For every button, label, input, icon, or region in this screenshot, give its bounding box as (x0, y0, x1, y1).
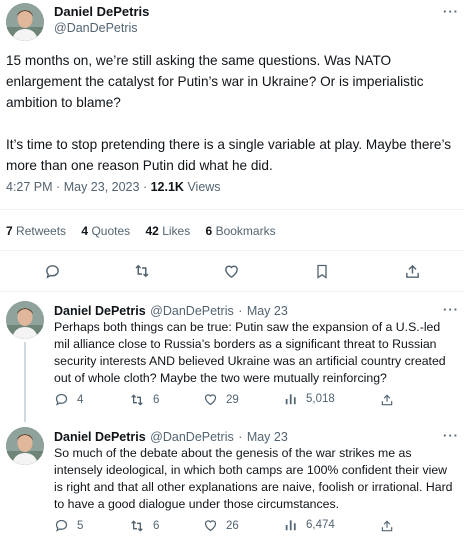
likes-count: 42 (145, 224, 159, 238)
more-icon[interactable]: ··· (443, 302, 459, 317)
retweets-stat[interactable]: 7 Retweets (6, 224, 66, 238)
likes-label: Likes (162, 224, 191, 238)
author-handle[interactable]: @DanDePetris (54, 21, 138, 35)
meta-separator: · (56, 180, 61, 194)
reply-header: Daniel DePetris @DanDePetris · May 23 (54, 302, 288, 320)
reply-date[interactable]: May 23 (247, 430, 288, 444)
tweet-paragraph-2: It’s time to stop pretending there is a … (6, 137, 452, 173)
bookmarks-stat[interactable]: 6 Bookmarks (206, 224, 276, 238)
reply-date[interactable]: May 23 (247, 304, 288, 318)
reply-icon (55, 519, 68, 532)
more-icon[interactable]: ··· (443, 428, 459, 443)
divider (0, 291, 464, 292)
reply-author-name[interactable]: Daniel DePetris (54, 430, 146, 444)
tweet-time[interactable]: 4:27 PM (6, 180, 53, 194)
reply-action-retweet[interactable]: 6 (129, 518, 159, 534)
reply-action-like[interactable]: 26 (203, 518, 239, 533)
share-icon[interactable] (402, 261, 422, 281)
bookmark-icon[interactable] (312, 261, 332, 281)
reply-action-views[interactable]: 5,018 (284, 392, 335, 406)
tweet-paragraph-1: 15 months on, we’re still asking the sam… (6, 53, 424, 110)
reply-text: So much of the debate about the genesis … (54, 446, 453, 511)
reply-author-handle[interactable]: @DanDePetris (150, 304, 234, 318)
retweets-count: 7 (6, 224, 13, 238)
retweets-label: Retweets (16, 224, 67, 238)
reply-avatar[interactable] (6, 301, 44, 339)
like-icon (204, 394, 217, 406)
quotes-label: Quotes (91, 224, 131, 238)
like-count: 26 (226, 519, 239, 532)
bookmarks-count: 6 (205, 224, 213, 238)
views-label: Views (187, 180, 221, 194)
retweet-icon[interactable] (132, 261, 152, 281)
likes-stat[interactable]: 42 Likes (145, 224, 190, 238)
views-count: 6,474 (306, 519, 335, 531)
views-count: 5,018 (306, 393, 335, 405)
reply-icon (55, 393, 68, 406)
like-count: 29 (226, 393, 239, 406)
reply-author-handle[interactable]: @DanDePetris (150, 430, 234, 444)
retweet-icon (131, 520, 143, 532)
like-icon[interactable] (221, 261, 241, 281)
reply-count: 4 (77, 393, 84, 406)
divider (0, 250, 464, 251)
share-icon[interactable] (379, 392, 395, 408)
bookmarks-label: Bookmarks (215, 224, 276, 238)
meta-separator: · (142, 180, 148, 194)
quotes-count: 4 (81, 224, 89, 238)
reply-text: Perhaps both things can be true: Putin s… (54, 320, 446, 385)
reply-icon[interactable] (42, 261, 62, 281)
views-icon (285, 520, 296, 531)
tweet-date[interactable]: May 23, 2023 (64, 180, 140, 194)
reply-avatar[interactable] (6, 427, 44, 465)
retweet-count: 6 (153, 520, 160, 532)
share-icon[interactable] (379, 518, 395, 534)
reply-author-name[interactable]: Daniel DePetris (54, 304, 146, 318)
reply-action-retweet[interactable]: 6 (129, 392, 159, 408)
views-count: 12.1K (150, 180, 184, 194)
like-icon (204, 520, 217, 532)
reply-count: 5 (77, 519, 84, 532)
retweet-icon (131, 394, 143, 406)
reply-header: Daniel DePetris @DanDePetris · May 23 (54, 428, 288, 446)
retweet-count: 6 (153, 394, 160, 406)
more-icon[interactable]: ··· (443, 4, 459, 19)
divider (0, 209, 464, 210)
reply-action-reply[interactable]: 5 (54, 518, 83, 533)
author-avatar[interactable] (6, 3, 44, 41)
tweet-text: 15 months on, we’re still asking the sam… (6, 50, 456, 176)
meta-separator: · (238, 304, 243, 318)
thread-line (24, 342, 26, 422)
reply-action-views[interactable]: 6,474 (284, 518, 335, 532)
stats-row: 7 Retweets 4 Quotes 42 Likes 6 Bookmarks (6, 224, 276, 238)
author-name[interactable]: Daniel DePetris (54, 4, 149, 19)
quotes-stat[interactable]: 4 Quotes (81, 224, 130, 238)
reply-action-reply[interactable]: 4 (54, 392, 83, 407)
reply-action-like[interactable]: 29 (203, 392, 239, 407)
tweet-meta: 4:27 PM · May 23, 2023 · 12.1K Views (6, 180, 221, 194)
meta-separator: · (238, 430, 243, 444)
views-icon (285, 394, 296, 405)
